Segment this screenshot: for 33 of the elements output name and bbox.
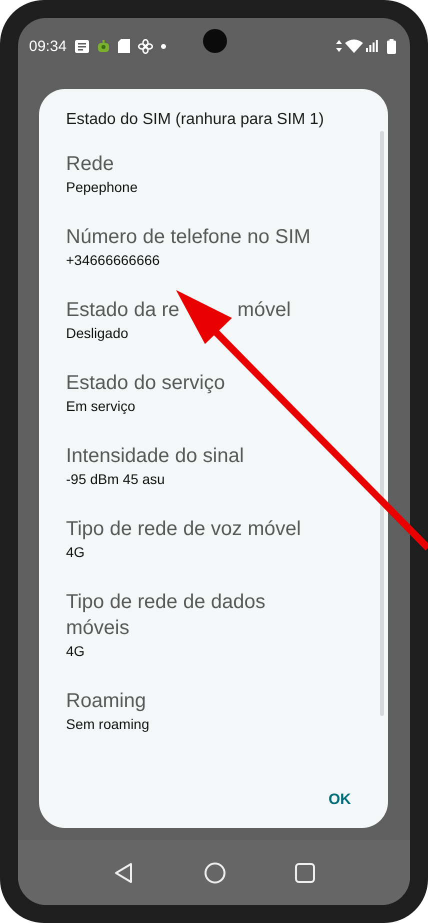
notification-icon bbox=[74, 40, 89, 52]
recents-icon bbox=[295, 862, 316, 882]
home-icon bbox=[204, 862, 226, 884]
info-label: Tipo de rede de voz móvel bbox=[66, 517, 302, 542]
info-value: Sem roaming bbox=[66, 715, 150, 734]
info-value: +34666666666 bbox=[66, 251, 161, 270]
back-icon bbox=[112, 862, 135, 884]
dot-icon bbox=[160, 44, 166, 48]
info-label: Estado do serviço bbox=[66, 371, 226, 396]
info-value: Em serviço bbox=[66, 397, 136, 416]
fan-icon bbox=[138, 38, 153, 54]
info-value: 4G bbox=[66, 543, 86, 562]
data-arrows-icon bbox=[336, 40, 342, 52]
info-label: Roaming bbox=[66, 689, 148, 714]
info-label: Número de telefone no SIM bbox=[66, 225, 312, 250]
info-value: Desligado bbox=[66, 324, 130, 343]
info-value: -95 dBm 45 asu bbox=[66, 470, 166, 489]
wifi-icon bbox=[345, 39, 363, 53]
info-label: Estado da re bbox=[66, 298, 180, 323]
status-time: 09:34 bbox=[29, 38, 67, 54]
sd-card-icon bbox=[118, 39, 130, 53]
info-value: Pepephone bbox=[66, 178, 139, 197]
battery-icon bbox=[387, 38, 396, 54]
info-label: Intensidade do sinal bbox=[66, 444, 245, 469]
dialog-title: Estado do SIM (ranhura para SIM 1) bbox=[66, 111, 325, 130]
robot-icon bbox=[96, 39, 110, 53]
info-label: Rede bbox=[66, 152, 115, 177]
signal-icon bbox=[366, 40, 378, 52]
info-value: 4G bbox=[66, 642, 86, 661]
camera-hole bbox=[203, 29, 227, 53]
info-label: Tipo de rede de dados móveis bbox=[66, 590, 266, 641]
ok-button[interactable]: OK bbox=[322, 785, 357, 814]
info-label: móvel bbox=[237, 298, 291, 323]
